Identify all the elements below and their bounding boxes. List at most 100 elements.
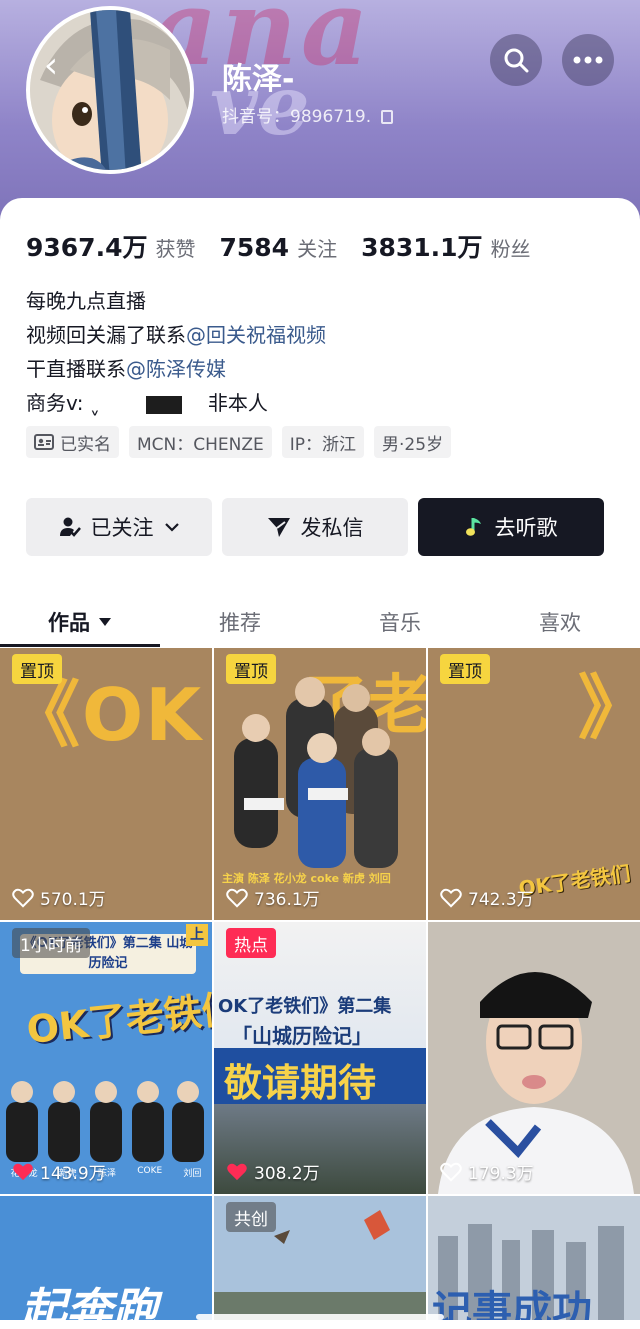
selfie-illustration xyxy=(428,922,640,1194)
user-check-icon xyxy=(59,517,81,537)
mention-link[interactable]: @回关祝福视频 xyxy=(186,323,326,347)
more-button[interactable] xyxy=(562,34,614,86)
content-tabs: 作品 推荐 音乐 喜欢 xyxy=(0,596,640,648)
heart-filled-icon xyxy=(227,1163,247,1180)
bio-line: 干直播联系@陈泽传媒 xyxy=(26,352,326,386)
tab-underline xyxy=(0,644,160,647)
thumbnail-art: OK了老铁们》第二集 「山城历险记」 敬请期待 xyxy=(214,922,426,1194)
chevron-down-icon xyxy=(164,523,179,532)
video-thumbnail[interactable]: 《OK 置顶 570.1万 xyxy=(0,648,212,920)
back-button[interactable]: ‹ xyxy=(26,40,76,90)
like-count-text: 179.3万 xyxy=(468,1164,534,1184)
stat-value: 3831.1万 xyxy=(361,233,483,262)
thumbnail-line: 敬请期待 xyxy=(224,1061,377,1105)
pinned-badge: 置顶 xyxy=(440,654,490,684)
message-button[interactable]: 发私信 xyxy=(222,498,408,556)
tag-mcn[interactable]: MCN：CHENZE xyxy=(129,426,272,458)
like-count-text: 570.1万 xyxy=(40,890,106,910)
listen-music-button[interactable]: 去听歌 xyxy=(418,498,604,556)
cast-name: COKE xyxy=(137,1166,163,1176)
stat-followers[interactable]: 3831.1万 粉丝 xyxy=(361,228,530,264)
thumbnail-art: 》 OK了老铁们 xyxy=(428,648,640,920)
like-count: 179.3万 xyxy=(440,1159,534,1184)
search-icon xyxy=(504,48,529,73)
video-thumbnail[interactable]: OK了老铁们》第二集 「山城历险记」 敬请期待 热点 308.2万 xyxy=(214,922,426,1194)
thumbnail-art: 了老铁们 主演 陈泽 花小龙 coke 新虎 刘回 xyxy=(214,648,426,920)
tab-works[interactable]: 作品 xyxy=(0,596,160,648)
video-thumbnail[interactable]: 起奔跑 xyxy=(0,1196,212,1320)
douyin-id[interactable]: 抖音号：9896719. xyxy=(222,102,393,127)
search-button[interactable] xyxy=(490,34,542,86)
more-dots-icon xyxy=(573,56,603,64)
mention-link[interactable]: @陈泽传媒 xyxy=(126,357,226,381)
video-thumbnail[interactable]: 179.3万 xyxy=(428,922,640,1194)
hot-badge: 热点 xyxy=(226,928,276,958)
video-thumbnail[interactable]: 了老铁们 主演 陈泽 花小龙 coke 新虎 刘回 置顶 736.1万 xyxy=(214,648,426,920)
cocreate-badge: 共创 xyxy=(226,1202,276,1232)
like-count-text: 308.2万 xyxy=(254,1164,320,1184)
thumbnail-caption: 主演 陈泽 花小龙 coke 新虎 刘回 xyxy=(222,872,391,885)
video-thumbnail[interactable]: 记事成功 xyxy=(428,1196,640,1320)
id-card-icon xyxy=(34,434,54,450)
tab-label: 作品 xyxy=(48,611,90,635)
heart-outline-icon xyxy=(440,1162,462,1182)
tag-row: 已实名 MCN：CHENZE IP：浙江 男·25岁 xyxy=(26,426,452,458)
followed-label: 已关注 xyxy=(90,516,154,540)
redaction-block xyxy=(145,395,182,414)
caret-down-icon[interactable] xyxy=(98,617,112,627)
tag-gender-age: 男·25岁 xyxy=(374,426,452,458)
stat-following[interactable]: 7584 关注 xyxy=(219,233,337,262)
music-note-icon xyxy=(465,518,481,536)
stat-label: 关注 xyxy=(297,237,338,261)
video-thumbnail[interactable]: 》 OK了老铁们 置顶 742.3万 xyxy=(428,648,640,920)
avatar-illustration xyxy=(30,10,190,170)
avatar[interactable] xyxy=(26,6,194,174)
tab-liked[interactable]: 喜欢 xyxy=(480,596,640,648)
heart-outline-icon xyxy=(12,888,34,908)
heart-outline-icon xyxy=(226,888,248,908)
send-icon xyxy=(267,518,290,537)
tag-label: IP：浙江 xyxy=(289,434,357,455)
thumbnail-art: 《OK xyxy=(0,648,212,920)
cast-row-illustration xyxy=(6,1081,204,1162)
bio-line: 每晚九点直播 xyxy=(26,289,146,313)
tab-music[interactable]: 音乐 xyxy=(320,596,480,648)
tag-ip: IP：浙江 xyxy=(281,426,365,458)
tab-label: 音乐 xyxy=(379,611,421,635)
pinned-badge: 置顶 xyxy=(226,654,276,684)
stat-likes[interactable]: 9367.4万 获赞 xyxy=(26,228,195,264)
douyin-id-text: 抖音号：9896719. xyxy=(222,107,372,127)
like-count-text: 736.1万 xyxy=(254,890,320,910)
copy-icon[interactable] xyxy=(380,110,393,124)
tag-verified[interactable]: 已实名 xyxy=(26,426,119,458)
nickname: 陈泽- xyxy=(222,62,295,97)
bio: 每晚九点直播 视频回关漏了联系@回关祝福视频 干直播联系@陈泽传媒 商务v: ˬ… xyxy=(26,284,326,420)
tab-recommend[interactable]: 推荐 xyxy=(160,596,320,648)
show-logo: OK了老铁们 xyxy=(24,985,212,1053)
like-count: 736.1万 xyxy=(226,885,320,910)
thumbnail-title-text: 记事成功 xyxy=(432,1288,592,1320)
tab-label: 喜欢 xyxy=(539,611,581,635)
corner-label: 上 xyxy=(186,924,208,946)
tag-label: MCN：CHENZE xyxy=(137,434,264,455)
thumbnail-line: OK了老铁们》第二集 xyxy=(218,996,392,1017)
video-thumbnail[interactable]: 《OK了老铁们》第二集 山城历险记 上 OK了老铁们 花小龙 新虎 陈泽 COK… xyxy=(0,922,212,1194)
followed-button[interactable]: 已关注 xyxy=(26,498,212,556)
like-count: 742.3万 xyxy=(440,885,534,910)
stat-label: 粉丝 xyxy=(490,237,531,261)
thumbnail-art: 《OK了老铁们》第二集 山城历险记 上 OK了老铁们 花小龙 新虎 陈泽 COK… xyxy=(0,922,212,1194)
tag-label: 已实名 xyxy=(60,434,111,455)
bio-text: 视频回关漏了联系 xyxy=(26,323,186,347)
heart-outline-icon xyxy=(440,888,462,908)
message-label: 发私信 xyxy=(300,516,364,540)
video-thumbnail[interactable]: 共创 xyxy=(214,1196,426,1320)
bio-line: 视频回关漏了联系@回关祝福视频 xyxy=(26,318,326,352)
bio-text: 干直播联系 xyxy=(26,357,126,381)
home-indicator[interactable] xyxy=(196,1314,444,1320)
listen-music-label: 去听歌 xyxy=(494,516,558,540)
profile-header: ana ve ‹ 陈泽- 抖音号：9896719. xyxy=(0,0,640,230)
like-count: 308.2万 xyxy=(226,1159,320,1184)
like-count-text: 742.3万 xyxy=(468,890,534,910)
heart-filled-icon xyxy=(13,1163,33,1180)
cast-name: 刘回 xyxy=(183,1169,202,1179)
